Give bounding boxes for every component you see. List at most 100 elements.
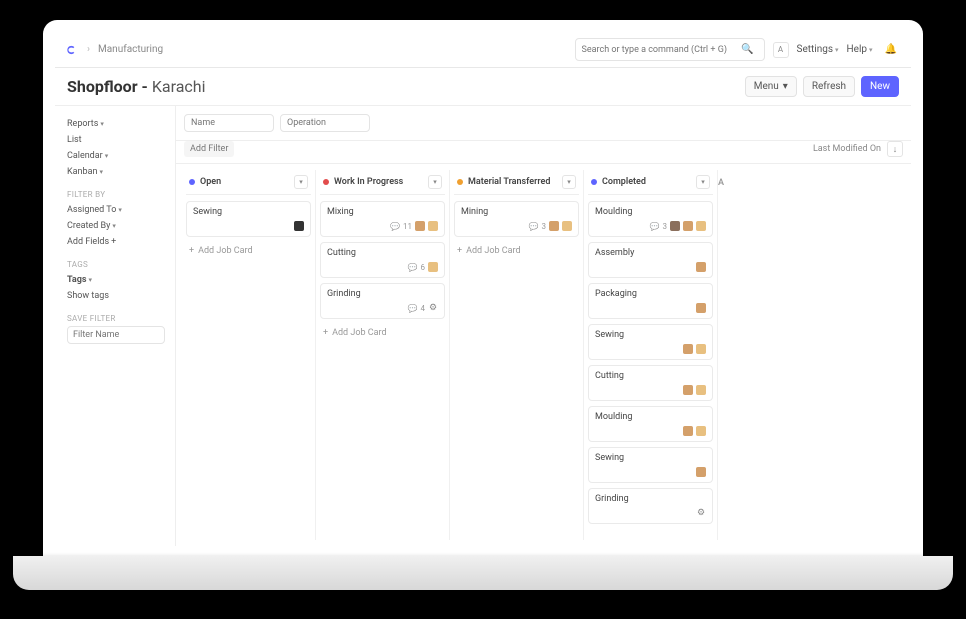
card-title: Sewing: [595, 453, 706, 463]
show-tags[interactable]: Show tags: [67, 288, 165, 304]
plus-icon: +: [189, 246, 194, 256]
status-dot: [323, 179, 329, 185]
card-title: Cutting: [595, 371, 706, 381]
help-menu[interactable]: Help▾: [847, 44, 873, 55]
card-title: Grinding: [327, 289, 438, 299]
card-title: Assembly: [595, 248, 706, 258]
sidebar-filter-created-by[interactable]: Created By▾: [67, 218, 165, 234]
kanban-card[interactable]: Sewing: [588, 447, 713, 483]
kanban-card[interactable]: Mining 💬3: [454, 201, 579, 237]
topbar: › Manufacturing 🔍 A Settings▾ Help▾ 🔔: [55, 32, 911, 68]
workspace-badge[interactable]: A: [773, 42, 789, 58]
filter-name-input[interactable]: [67, 326, 165, 344]
refresh-button[interactable]: Refresh: [803, 76, 855, 97]
card-title: Mining: [461, 207, 572, 217]
kanban-card[interactable]: Grinding⚙: [588, 488, 713, 524]
status-dot: [457, 179, 463, 185]
search-input[interactable]: [582, 45, 734, 55]
chevron-right-icon: ›: [87, 44, 90, 55]
kanban-card[interactable]: Packaging: [588, 283, 713, 319]
column-menu-icon[interactable]: ▾: [294, 175, 308, 189]
avatar: [562, 221, 572, 231]
card-title: Moulding: [595, 412, 706, 422]
column-title: Work In Progress: [334, 177, 423, 187]
comment-count: 3: [663, 222, 668, 231]
avatar: [696, 467, 706, 477]
kanban-card[interactable]: Grinding💬4⚙: [320, 283, 445, 319]
card-title: Mixing: [327, 207, 438, 217]
search-box[interactable]: 🔍: [575, 38, 765, 61]
add-fields[interactable]: Add Fields +: [67, 234, 165, 250]
column-title: Completed: [602, 177, 691, 187]
sort-label[interactable]: Last Modified On: [813, 144, 881, 154]
kanban-card[interactable]: Sewing: [588, 324, 713, 360]
sort-direction-icon[interactable]: ↓: [887, 141, 903, 157]
add-card-button[interactable]: +Add Job Card: [186, 242, 311, 260]
breadcrumb[interactable]: Manufacturing: [98, 44, 163, 55]
kanban-card[interactable]: Moulding💬3: [588, 201, 713, 237]
column-menu-icon[interactable]: ▾: [696, 175, 710, 189]
next-column-hint: A: [718, 170, 730, 540]
avatar: [549, 221, 559, 231]
comment-icon: 💬: [408, 263, 418, 272]
avatar: [683, 426, 693, 436]
avatar: [696, 221, 706, 231]
app-logo[interactable]: [65, 43, 79, 57]
column-menu-icon[interactable]: ▾: [562, 175, 576, 189]
avatar: [696, 303, 706, 313]
kanban-card[interactable]: Mixing💬11: [320, 201, 445, 237]
column-header: Material Transferred ▾: [454, 170, 579, 195]
save-filter-section: SAVE FILTER: [67, 314, 165, 323]
page-header: Shopfloor -Karachi Menu▾ Refresh New: [55, 68, 911, 106]
comment-count: 11: [403, 222, 412, 231]
kanban-column: Open▾Sewing+Add Job Card: [182, 170, 316, 540]
kanban-card[interactable]: Cutting💬6: [320, 242, 445, 278]
column-header: Work In Progress ▾: [320, 170, 445, 195]
search-icon[interactable]: 🔍: [737, 42, 757, 57]
settings-menu[interactable]: Settings▾: [797, 44, 839, 55]
new-button[interactable]: New: [861, 76, 899, 97]
kanban-card[interactable]: Cutting: [588, 365, 713, 401]
comment-icon: 💬: [529, 222, 539, 231]
card-title: Cutting: [327, 248, 438, 258]
comment-icon: 💬: [408, 304, 418, 313]
add-card-button[interactable]: +Add Job Card: [320, 324, 445, 342]
avatar: [670, 221, 680, 231]
sidebar-view-reports[interactable]: Reports▾: [67, 116, 165, 132]
bell-icon[interactable]: 🔔: [881, 42, 901, 57]
card-title: Packaging: [595, 289, 706, 299]
plus-icon: +: [323, 328, 328, 338]
name-filter[interactable]: [184, 114, 274, 132]
kanban-column: Work In Progress▾Mixing💬11Cutting💬6Grind…: [316, 170, 450, 540]
avatar: [415, 221, 425, 231]
add-card-button[interactable]: +Add Job Card: [454, 242, 579, 260]
avatar: [696, 426, 706, 436]
comment-count: 3: [542, 222, 547, 231]
comment-count: 4: [421, 304, 426, 313]
status-dot: [591, 179, 597, 185]
kanban-card[interactable]: Assembly: [588, 242, 713, 278]
gear-icon: ⚙: [696, 508, 706, 518]
column-header: Completed ▾: [588, 170, 713, 195]
card-title: Sewing: [595, 330, 706, 340]
kanban-card[interactable]: Moulding: [588, 406, 713, 442]
menu-button[interactable]: Menu▾: [745, 76, 797, 97]
column-menu-icon[interactable]: ▾: [428, 175, 442, 189]
sidebar-view-list[interactable]: List: [67, 132, 165, 148]
column-title: Material Transferred: [468, 177, 557, 187]
add-filter-button[interactable]: Add Filter: [184, 141, 234, 157]
sidebar-view-kanban[interactable]: Kanban▾: [67, 164, 165, 180]
tags-menu[interactable]: Tags▾: [67, 272, 165, 288]
card-title: Sewing: [193, 207, 304, 217]
avatar: [696, 385, 706, 395]
avatar: [428, 221, 438, 231]
avatar: [294, 221, 304, 231]
sidebar: Reports▾ListCalendar▾Kanban▾ FILTER BY A…: [55, 106, 175, 546]
plus-icon: +: [457, 246, 462, 256]
comment-icon: 💬: [650, 222, 660, 231]
operation-filter[interactable]: [280, 114, 370, 132]
kanban-card[interactable]: Sewing: [186, 201, 311, 237]
filter-bar: [176, 106, 911, 141]
sidebar-view-calendar[interactable]: Calendar▾: [67, 148, 165, 164]
sidebar-filter-assigned-to[interactable]: Assigned To▾: [67, 202, 165, 218]
